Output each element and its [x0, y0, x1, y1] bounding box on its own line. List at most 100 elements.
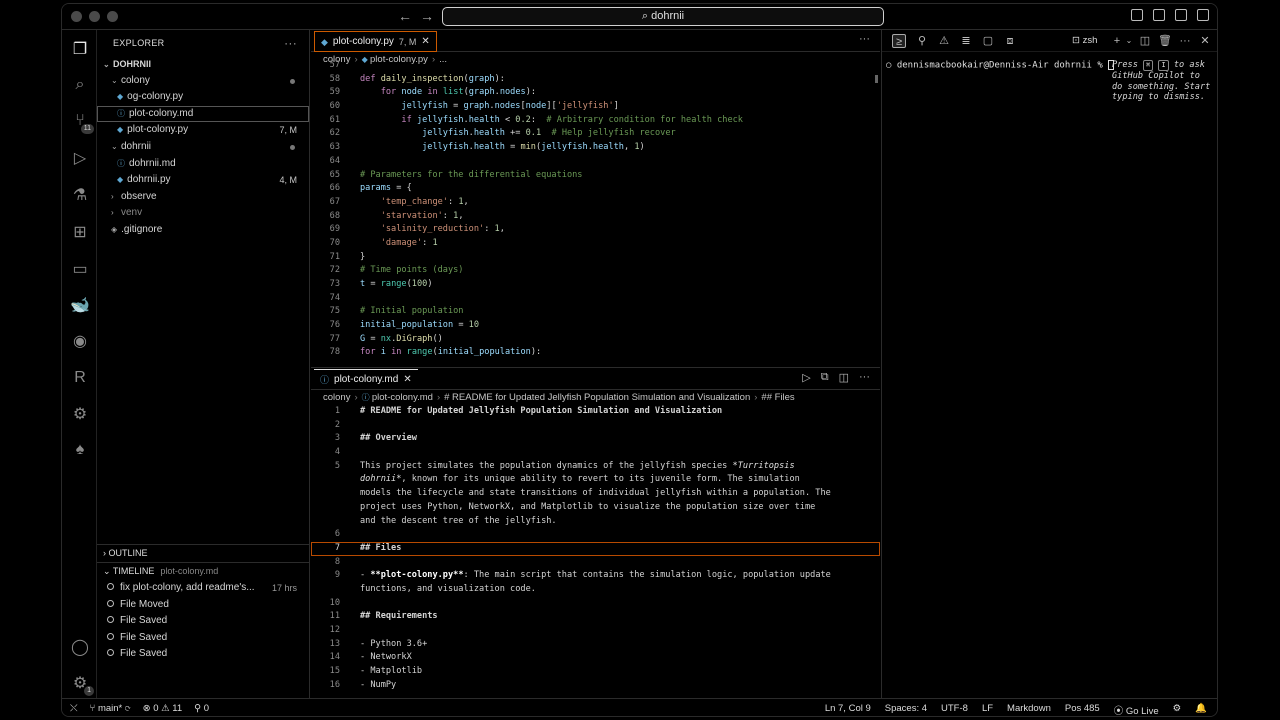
code-line: 75 # Initial population — [311, 305, 880, 319]
timeline-entry[interactable]: File Moved — [97, 597, 309, 614]
split-terminal-icon[interactable]: ◫ — [1138, 34, 1152, 48]
terminal-icon[interactable]: ≥ — [892, 34, 906, 48]
cursor-position[interactable]: Ln 7, Col 9 — [825, 703, 871, 716]
docker-icon[interactable]: 🐋 — [69, 294, 91, 316]
timeline-entry[interactable]: fix plot-colony, add readme's... 17 hrs — [97, 580, 309, 597]
terminal-output[interactable]: ○ dennismacbookair@Denniss-Air dohrnii % — [886, 60, 1116, 71]
minimize-window-button[interactable] — [89, 11, 100, 22]
tree-file-dohrnii-py[interactable]: ◆ dohrnii.py 4, M — [97, 172, 309, 189]
toggle-primary-sidebar-icon[interactable] — [1131, 9, 1143, 21]
settings-icon[interactable]: ⚙ 1 — [69, 672, 94, 696]
run-debug-icon[interactable]: ▷ — [69, 147, 91, 169]
testing-icon[interactable]: ⚗ — [69, 184, 91, 206]
file-status: 4, M — [279, 175, 297, 186]
code-text: ## Requirements — [360, 611, 438, 622]
timeline-section-header[interactable]: ⌄ TIMELINE plot-colony.md — [97, 562, 309, 579]
r-icon[interactable]: R — [69, 367, 91, 389]
chevron-down-icon[interactable]: ⌄ — [1122, 34, 1136, 48]
customize-layout-icon[interactable] — [1197, 9, 1209, 21]
code-editor-python[interactable]: 57 58 def daily_inspection(graph): 59 for… — [311, 59, 880, 360]
tree-folder-venv[interactable]: › venv — [97, 205, 309, 222]
close-tab-icon[interactable]: ✕ — [403, 370, 411, 390]
status-bar: ⤬ ⑂ main* ⟳ ⊗ 0 ⚠ 11 ⚲ 0 Ln 7, Col 9 Spa… — [62, 698, 1217, 716]
breadcrumb-item[interactable]: plot-colony.md — [372, 392, 433, 403]
forward-arrow-icon[interactable]: → — [420, 8, 434, 24]
toggle-secondary-sidebar-icon[interactable] — [1175, 9, 1187, 21]
source-control-icon[interactable]: ⑂ 11 — [69, 110, 94, 134]
github-icon[interactable]: ◉ — [69, 330, 91, 352]
split-editor-icon[interactable]: ◫ — [839, 371, 849, 384]
toggle-panel-icon[interactable] — [1153, 9, 1165, 21]
code-line: 6 — [311, 528, 880, 542]
ports-icon[interactable]: ⚲ — [915, 34, 929, 48]
close-tab-icon[interactable]: ✕ — [421, 32, 429, 52]
tree-file-og-colony-py[interactable]: ◆ og-colony.py — [97, 89, 309, 106]
close-window-button[interactable] — [71, 11, 82, 22]
search-icon[interactable]: ⌕ — [69, 74, 91, 96]
trash-icon[interactable]: 🗑 — [1158, 34, 1172, 48]
scrollbar-marker — [875, 75, 878, 83]
breadcrumb: colony › ⓘ plot-colony.md › # README for Upd… — [311, 390, 880, 405]
more-actions-icon[interactable]: ··· — [1178, 34, 1192, 48]
timeline-entry[interactable]: File Saved — [97, 630, 309, 647]
timeline-entry[interactable]: File Saved — [97, 646, 309, 663]
ports-indicator[interactable]: ⚲ 0 — [194, 703, 209, 714]
tree-folder-colony[interactable]: ⌄ colony — [97, 73, 309, 90]
character-position[interactable]: Pos 485 — [1065, 703, 1100, 716]
more-actions-icon[interactable]: ··· — [859, 33, 870, 45]
hint-press: Press — [1112, 60, 1138, 70]
extensions-icon[interactable]: ⊞ — [69, 221, 91, 243]
tree-file-plot-colony-md[interactable]: ⓘ plot-colony.md — [97, 105, 309, 123]
remote-explorer-icon[interactable]: ▭ — [69, 258, 91, 280]
terminal-shell-selector[interactable]: ⊡ zsh — [1072, 35, 1097, 46]
workspace-root[interactable]: ⌄ DOHRNII — [97, 56, 309, 73]
code-line: 70 'damage': 1 — [311, 237, 880, 251]
output-icon[interactable]: ≣ — [959, 34, 973, 48]
tree-file-plot-colony-py[interactable]: ◆ plot-colony.py 7, M — [97, 122, 309, 139]
go-live-button[interactable]: ⦿ Go Live — [1114, 703, 1159, 716]
breadcrumb-item[interactable]: # README for Updated Jellyfish Populatio… — [444, 392, 750, 403]
maximize-window-button[interactable] — [107, 11, 118, 22]
code-editor-markdown[interactable]: 1 # README for Updated Jellyfish Populati… — [311, 405, 880, 692]
explorer-more-icon[interactable]: ··· — [284, 30, 297, 56]
command-center[interactable]: ⌕ dohrnii — [442, 7, 884, 26]
branch-indicator[interactable]: ⑂ main* ⟳ — [90, 703, 131, 714]
tree-file-dohrnii-md[interactable]: ⓘ dohrnii.md — [97, 156, 309, 173]
copilot-icon[interactable]: ⚙ — [69, 403, 91, 425]
open-preview-icon[interactable]: ⧉ — [821, 371, 829, 384]
line-number: 13 — [329, 638, 340, 649]
nav-arrows: ← → — [398, 8, 434, 24]
modified-dot — [290, 78, 295, 84]
notifications-icon[interactable]: 🔔 — [1195, 703, 1207, 716]
tab-label: plot-colony.py — [332, 35, 394, 47]
tab-plot-colony-py[interactable]: ◆ plot-colony.py 7, M ✕ — [314, 31, 437, 52]
code-text: functions, and visualization code. — [360, 583, 536, 594]
explorer-icon[interactable]: ❐ — [69, 38, 91, 60]
language-mode[interactable]: Markdown — [1007, 703, 1051, 716]
tree-file-gitignore[interactable]: ◈ .gitignore — [97, 222, 309, 239]
back-arrow-icon[interactable]: ← — [398, 8, 412, 24]
tree-folder-observe[interactable]: › observe — [97, 189, 309, 206]
tab-plot-colony-md[interactable]: ⓘ plot-colony.md ✕ — [314, 369, 418, 390]
tree-folder-dohrnii[interactable]: ⌄ dohrnii — [97, 139, 309, 156]
end-of-line[interactable]: LF — [982, 703, 993, 716]
code-text: dohrnii*, known for its unique ability t… — [360, 474, 800, 485]
remote-icon[interactable]: ⤬ — [70, 703, 78, 714]
account-icon[interactable]: ◯ — [69, 636, 91, 658]
close-panel-icon[interactable]: ✕ — [1198, 34, 1212, 48]
mongodb-icon[interactable]: ♠ — [69, 439, 91, 461]
breadcrumb-item[interactable]: colony — [323, 392, 350, 403]
problems-icon[interactable]: ⚠ — [937, 34, 951, 48]
problems-indicator[interactable]: ⊗ 0 ⚠ 11 — [143, 703, 183, 714]
debug-console-icon[interactable]: ⧈ — [1003, 34, 1017, 48]
copilot-status-icon[interactable]: ⚙ — [1173, 703, 1182, 716]
run-icon[interactable]: ▷ — [802, 371, 810, 384]
comments-icon[interactable]: ▢ — [981, 34, 995, 48]
outline-section-header[interactable]: › OUTLINE — [97, 544, 309, 561]
breadcrumb-item[interactable]: ## Files — [761, 392, 794, 403]
encoding[interactable]: UTF-8 — [941, 703, 968, 716]
more-actions-icon[interactable]: ··· — [859, 371, 870, 384]
timeline-entry[interactable]: File Saved — [97, 613, 309, 630]
indentation[interactable]: Spaces: 4 — [885, 703, 927, 716]
